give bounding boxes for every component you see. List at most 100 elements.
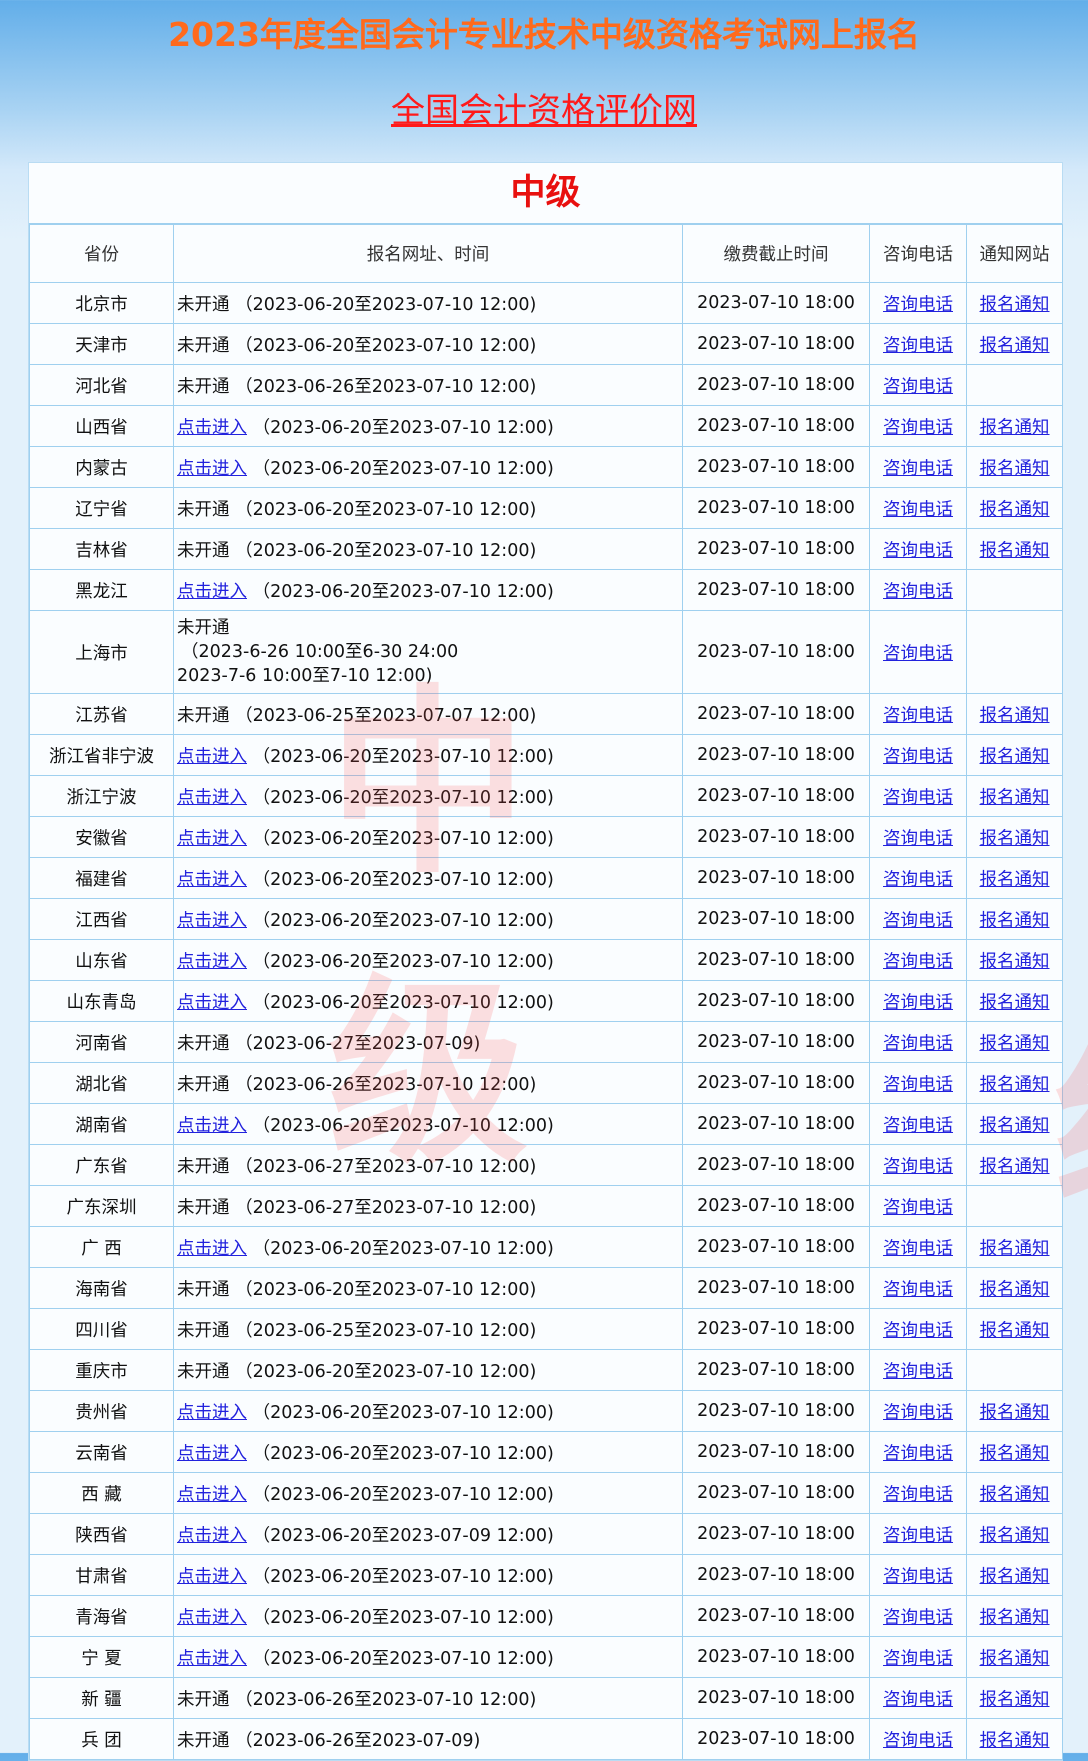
notice-link[interactable]: 报名通知 (980, 1403, 1050, 1423)
phone-link[interactable]: 咨询电话 (883, 1034, 953, 1054)
notice-link[interactable]: 报名通知 (980, 1526, 1050, 1546)
phone-link[interactable]: 咨询电话 (883, 1321, 953, 1341)
phone-link[interactable]: 咨询电话 (883, 993, 953, 1013)
enter-link[interactable]: 点击进入 (177, 911, 247, 931)
phone-link[interactable]: 咨询电话 (883, 1280, 953, 1300)
notice-link[interactable]: 报名通知 (980, 1444, 1050, 1464)
enter-link[interactable]: 点击进入 (177, 1239, 247, 1259)
phone-link[interactable]: 咨询电话 (883, 747, 953, 767)
notice-link[interactable]: 报名通知 (980, 418, 1050, 438)
notice-link[interactable]: 报名通知 (980, 1280, 1050, 1300)
notice-link[interactable]: 报名通知 (980, 1034, 1050, 1054)
notice-link[interactable]: 报名通知 (980, 1567, 1050, 1587)
phone-link[interactable]: 咨询电话 (883, 1526, 953, 1546)
phone-link[interactable]: 咨询电话 (883, 1157, 953, 1177)
phone-cell: 咨询电话 (869, 1062, 967, 1104)
phone-link[interactable]: 咨询电话 (883, 541, 953, 561)
enter-link[interactable]: 点击进入 (177, 1485, 247, 1505)
notice-link[interactable]: 报名通知 (980, 911, 1050, 931)
notice-link[interactable]: 报名通知 (980, 1608, 1050, 1628)
enter-link[interactable]: 点击进入 (177, 993, 247, 1013)
phone-cell: 咨询电话 (869, 980, 967, 1022)
phone-link[interactable]: 咨询电话 (883, 788, 953, 808)
notice-link[interactable]: 报名通知 (980, 1157, 1050, 1177)
notice-link[interactable]: 报名通知 (980, 1485, 1050, 1505)
phone-link[interactable]: 咨询电话 (883, 1116, 953, 1136)
phone-link[interactable]: 咨询电话 (883, 1444, 953, 1464)
phone-link[interactable]: 咨询电话 (883, 829, 953, 849)
notice-link[interactable]: 报名通知 (980, 747, 1050, 767)
period-text: （2023-06-20至2023-07-10 12:00) (252, 787, 554, 808)
phone-cell: 咨询电话 (869, 1472, 967, 1514)
enter-link[interactable]: 点击进入 (177, 788, 247, 808)
site-link[interactable]: 全国会计资格评价网 (0, 83, 1088, 132)
enter-link[interactable]: 点击进入 (177, 829, 247, 849)
notice-link[interactable]: 报名通知 (980, 1731, 1050, 1751)
phone-link[interactable]: 咨询电话 (883, 644, 953, 664)
enter-link[interactable]: 点击进入 (177, 1403, 247, 1423)
table-row: 广东省 未开通 （2023-06-27至2023-07-10 12:00) 2023… (29, 1144, 1063, 1186)
notice-link[interactable]: 报名通知 (980, 500, 1050, 520)
notice-link[interactable]: 报名通知 (980, 788, 1050, 808)
enter-link[interactable]: 点击进入 (177, 870, 247, 890)
phone-link[interactable]: 咨询电话 (883, 459, 953, 479)
notice-link[interactable]: 报名通知 (980, 952, 1050, 972)
phone-link[interactable]: 咨询电话 (883, 706, 953, 726)
enter-link[interactable]: 点击进入 (177, 1444, 247, 1464)
phone-link[interactable]: 咨询电话 (883, 418, 953, 438)
phone-link[interactable]: 咨询电话 (883, 336, 953, 356)
registration-cell: 未开通 （2023-06-20至2023-07-10 12:00) (173, 487, 683, 529)
enter-link[interactable]: 点击进入 (177, 1526, 247, 1546)
phone-link[interactable]: 咨询电话 (883, 1403, 953, 1423)
notice-link[interactable]: 报名通知 (980, 336, 1050, 356)
phone-link[interactable]: 咨询电话 (883, 1485, 953, 1505)
phone-link[interactable]: 咨询电话 (883, 1731, 953, 1751)
enter-link[interactable]: 点击进入 (177, 1608, 247, 1628)
phone-link[interactable]: 咨询电话 (883, 1690, 953, 1710)
notice-link[interactable]: 报名通知 (980, 1690, 1050, 1710)
notice-link[interactable]: 报名通知 (980, 870, 1050, 890)
phone-link[interactable]: 咨询电话 (883, 582, 953, 602)
enter-link[interactable]: 点击进入 (177, 1116, 247, 1136)
enter-link[interactable]: 点击进入 (177, 582, 247, 602)
phone-link[interactable]: 咨询电话 (883, 1362, 953, 1382)
notice-link[interactable]: 报名通知 (980, 1075, 1050, 1095)
phone-cell: 咨询电话 (869, 364, 967, 406)
enter-link[interactable]: 点击进入 (177, 747, 247, 767)
notice-link[interactable]: 报名通知 (980, 1649, 1050, 1669)
phone-link[interactable]: 咨询电话 (883, 1198, 953, 1218)
enter-link[interactable]: 点击进入 (177, 952, 247, 972)
enter-link[interactable]: 点击进入 (177, 459, 247, 479)
notice-link[interactable]: 报名通知 (980, 459, 1050, 479)
phone-link[interactable]: 咨询电话 (883, 952, 953, 972)
notice-cell: 报名通知 (966, 1431, 1063, 1473)
phone-link[interactable]: 咨询电话 (883, 1649, 953, 1669)
enter-link[interactable]: 点击进入 (177, 1649, 247, 1669)
table-row: 广 西点击进入 （2023-06-20至2023-07-10 12:00) 202… (29, 1226, 1063, 1268)
table-row: 新 疆未开通 （2023-06-26至2023-07-10 12:00) 2023… (29, 1677, 1063, 1719)
notice-link[interactable]: 报名通知 (980, 829, 1050, 849)
notice-cell: 报名通知 (966, 693, 1063, 735)
province-cell: 北京市 (29, 282, 174, 324)
notice-link[interactable]: 报名通知 (980, 541, 1050, 561)
phone-link[interactable]: 咨询电话 (883, 1567, 953, 1587)
notice-link[interactable]: 报名通知 (980, 993, 1050, 1013)
phone-link[interactable]: 咨询电话 (883, 377, 953, 397)
fee-deadline-cell: 2023-07-10 18:00 (682, 528, 870, 570)
phone-link[interactable]: 咨询电话 (883, 911, 953, 931)
province-cell: 陕西省 (29, 1513, 174, 1555)
notice-link[interactable]: 报名通知 (980, 706, 1050, 726)
enter-link[interactable]: 点击进入 (177, 418, 247, 438)
notice-link[interactable]: 报名通知 (980, 1116, 1050, 1136)
phone-link[interactable]: 咨询电话 (883, 1608, 953, 1628)
phone-link[interactable]: 咨询电话 (883, 295, 953, 315)
enter-link[interactable]: 点击进入 (177, 1567, 247, 1587)
phone-link[interactable]: 咨询电话 (883, 1239, 953, 1259)
notice-link[interactable]: 报名通知 (980, 1321, 1050, 1341)
notice-link[interactable]: 报名通知 (980, 1239, 1050, 1259)
fee-deadline-cell: 2023-07-10 18:00 (682, 1718, 870, 1760)
notice-link[interactable]: 报名通知 (980, 295, 1050, 315)
phone-link[interactable]: 咨询电话 (883, 1075, 953, 1095)
phone-link[interactable]: 咨询电话 (883, 870, 953, 890)
phone-link[interactable]: 咨询电话 (883, 500, 953, 520)
